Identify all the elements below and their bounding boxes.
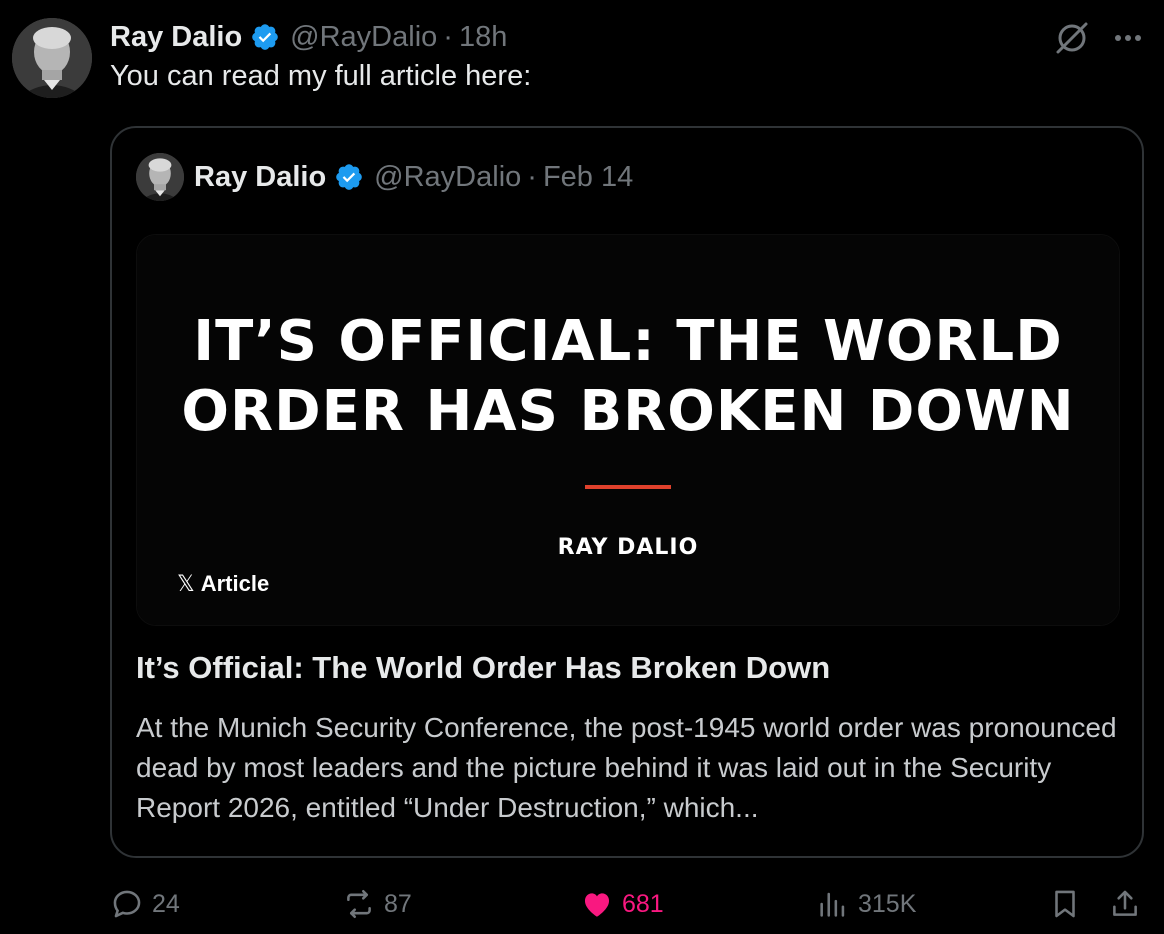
article-badge: 𝕏 Article: [177, 571, 269, 597]
article-cover-image[interactable]: IT’S OFFICIAL: THE WORLD ORDER HAS BROKE…: [136, 234, 1120, 626]
article-badge-label: Article: [200, 571, 270, 596]
action-bar: 24 87 681 315K: [0, 880, 1164, 928]
author-name[interactable]: Ray Dalio: [110, 21, 242, 54]
quoted-author-avatar[interactable]: [136, 153, 184, 201]
quoted-post-date[interactable]: Feb 14: [543, 161, 633, 194]
cover-byline: RAY DALIO: [557, 535, 699, 560]
quoted-author-handle[interactable]: @RayDalio: [374, 161, 521, 194]
article-title[interactable]: It’s Official: The World Order Has Broke…: [136, 650, 830, 686]
share-icon: [1113, 890, 1137, 916]
view-count: 315K: [858, 889, 917, 918]
tweet-text: You can read my full article here:: [110, 60, 532, 92]
heart-icon: [584, 893, 610, 917]
reply-count: 24: [152, 889, 180, 918]
post-time[interactable]: 18h: [459, 21, 507, 54]
views-button[interactable]: 315K: [816, 880, 916, 928]
separator-dot: ·: [527, 160, 537, 193]
quoted-tweet-header: Ray Dalio @RayDalio · Feb 14: [136, 152, 633, 202]
separator-dot: ·: [443, 20, 453, 53]
verified-badge-icon: [252, 24, 278, 50]
repost-button[interactable]: 87: [342, 880, 412, 928]
quoted-tweet-card[interactable]: Ray Dalio @RayDalio · Feb 14 IT’S OFFICI…: [110, 126, 1144, 858]
tweet[interactable]: Ray Dalio @RayDalio · 18h You can read m…: [0, 0, 1164, 934]
reply-icon: [113, 890, 141, 918]
tweet-header: Ray Dalio @RayDalio · 18h: [110, 16, 507, 58]
x-logo-icon: 𝕏: [177, 571, 195, 596]
grok-icon[interactable]: [1052, 18, 1092, 58]
repost-icon: [347, 889, 371, 919]
cover-headline-line-2: ORDER HAS BROKEN DOWN: [181, 379, 1075, 444]
share-button[interactable]: [1108, 880, 1150, 928]
cover-red-divider: [585, 485, 671, 489]
bookmark-button[interactable]: [1048, 880, 1090, 928]
reply-button[interactable]: 24: [110, 880, 180, 928]
author-handle[interactable]: @RayDalio: [290, 21, 437, 54]
like-button[interactable]: 681: [580, 880, 664, 928]
quoted-author-name[interactable]: Ray Dalio: [194, 161, 326, 194]
verified-badge-icon: [336, 164, 362, 190]
views-icon: [820, 892, 845, 917]
article-snippet: At the Munich Security Conference, the p…: [136, 712, 1117, 823]
author-avatar[interactable]: [12, 18, 92, 98]
like-count: 681: [622, 889, 664, 918]
repost-count: 87: [384, 889, 412, 918]
cover-headline-line-1: IT’S OFFICIAL: THE WORLD: [193, 309, 1063, 374]
bookmark-icon: [1055, 890, 1075, 918]
more-icon[interactable]: [1108, 22, 1148, 54]
